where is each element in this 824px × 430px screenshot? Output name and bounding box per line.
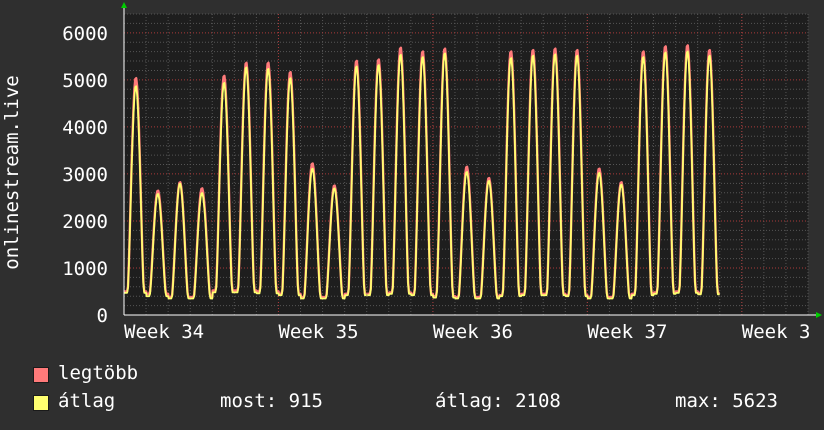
- x-tick-label: Week 37: [587, 321, 667, 343]
- y-tick-label: 0: [97, 305, 108, 327]
- y-axis-arrow: [121, 2, 127, 8]
- y-tick-label: 5000: [62, 70, 108, 92]
- y-tick-label: 3000: [62, 164, 108, 186]
- stat-most: most: 915: [220, 390, 323, 412]
- legend-label-legtobb: legtöbb: [58, 362, 139, 384]
- y-tick-label: 2000: [62, 211, 108, 233]
- legend-swatch-atlag: [33, 395, 49, 411]
- x-tick-label: Week 3: [742, 321, 811, 343]
- stat-atlag: átlag: 2108: [435, 390, 561, 412]
- y-tick-label: 4000: [62, 117, 108, 139]
- chart-root: 0 1000 2000 3000 4000 5000 6000 Week 34 Week 35 W…: [0, 0, 824, 430]
- x-tick-label: Week 35: [278, 321, 358, 343]
- x-axis-arrow: [816, 312, 822, 318]
- x-tick-label: Week 36: [433, 321, 513, 343]
- legend-swatch-legtobb: [33, 367, 49, 383]
- y-axis-label: onlinestream.live: [1, 75, 23, 269]
- x-tick-label: Week 34: [124, 321, 204, 343]
- legend-label-atlag: átlag: [58, 390, 116, 412]
- y-tick-label: 1000: [62, 258, 108, 280]
- y-tick-label: 6000: [62, 23, 108, 45]
- stat-max: max: 5623: [675, 390, 778, 412]
